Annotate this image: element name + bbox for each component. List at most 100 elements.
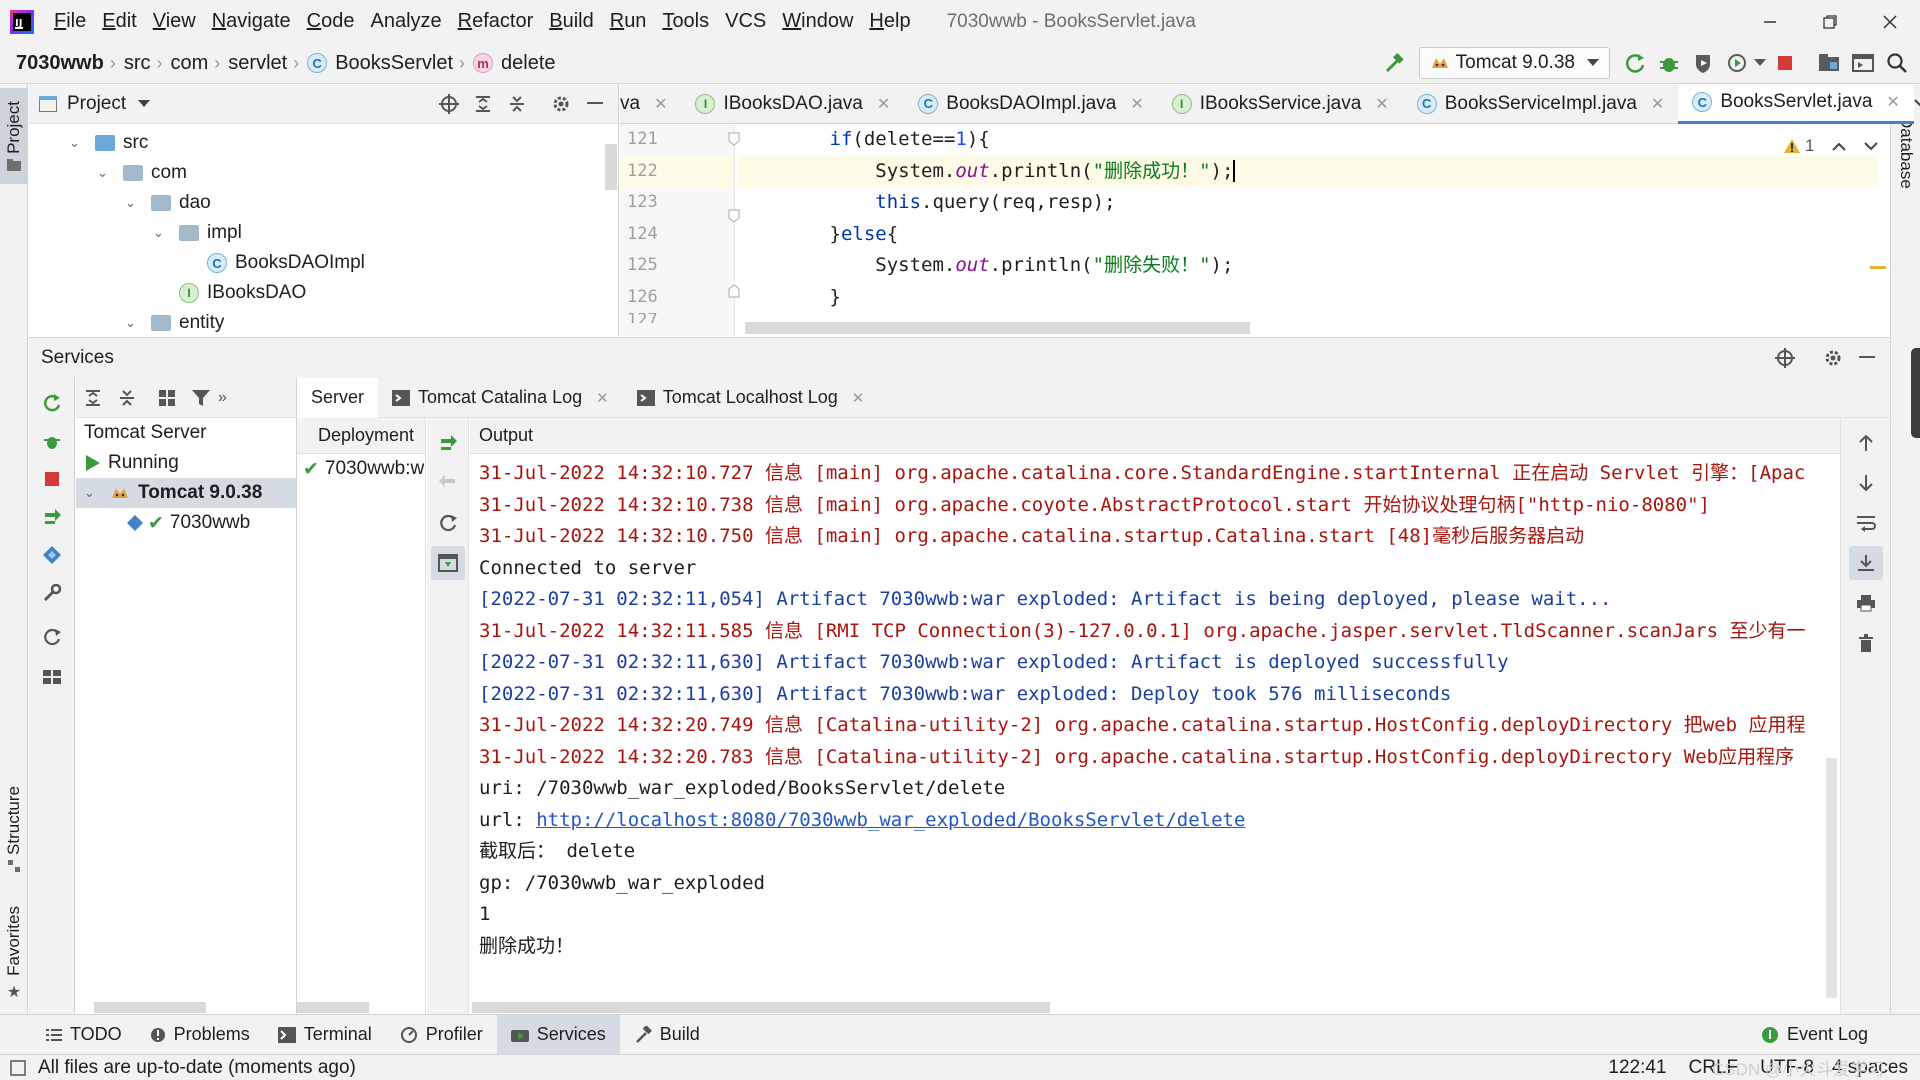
tree-item-entity[interactable]: ⌄ entity [29,308,618,338]
group-by-icon[interactable] [150,381,184,415]
editor-horizontal-scrollbar[interactable] [745,322,1250,334]
next-highlight-icon[interactable] [1864,141,1879,151]
collapse-all-icon[interactable] [500,87,534,121]
structure-tool-button[interactable]: Structure [0,774,28,884]
soft-wrap-icon[interactable] [1849,506,1883,540]
deploy-icon[interactable] [431,426,465,460]
editor-tab-active[interactable]: C BooksServlet.java ✕ [1678,83,1914,124]
profiler-tool-button[interactable]: Profiler [386,1015,497,1055]
collapse-all-icon[interactable] [110,381,144,415]
tree-item-tomcat-selected[interactable]: ⌄ Tomcat 9.0.38 [76,478,296,508]
search-icon[interactable] [1880,46,1914,80]
problems-tool-button[interactable]: Problems [136,1015,264,1055]
artifact-icon[interactable] [35,538,69,572]
tab-server[interactable]: Server [297,377,379,418]
filter-icon[interactable] [184,381,218,415]
project-tool-button[interactable]: Project [0,88,28,184]
menu-item-help[interactable]: Help [869,10,910,33]
right-scroll-indicator[interactable] [1911,348,1920,438]
menu-item-run[interactable]: Run [610,10,647,33]
menu-item-edit[interactable]: Edit [102,10,136,33]
tree-item-ibooksdao[interactable]: I IBooksDAO [29,278,618,308]
breadcrumb-class[interactable]: BooksServlet [335,52,453,75]
tree-item-dao[interactable]: ⌄ dao [29,188,618,218]
close-window-button[interactable] [1860,0,1920,43]
stop-icon[interactable] [1768,46,1802,80]
status-toggle-icon[interactable] [10,1059,26,1076]
up-arrow-icon[interactable] [1849,426,1883,460]
inspection-widget[interactable]: 1 [1783,136,1879,156]
tree-item-src[interactable]: ⌄ src [29,128,618,158]
close-icon[interactable]: ✕ [596,389,609,407]
scroll-to-end-icon[interactable] [1848,546,1883,580]
menu-item-tools[interactable]: Tools [662,10,709,33]
tree-horizontal-scrollbar[interactable] [94,1002,206,1013]
close-icon[interactable]: ✕ [877,94,890,114]
tab-localhost-log[interactable]: Tomcat Localhost Log ✕ [623,378,879,418]
favorites-tool-button[interactable]: Favorites ★ [0,899,28,1009]
refresh-icon[interactable] [35,620,69,654]
close-icon[interactable]: ✕ [1130,94,1143,114]
url-link[interactable]: http://localhost:8080/7030wwb_war_explod… [536,809,1245,831]
previous-highlight-icon[interactable] [1832,142,1847,151]
locate-target-icon[interactable] [432,87,466,121]
profile-icon[interactable] [1720,46,1754,80]
todo-tool-button[interactable]: TODO [0,1015,136,1055]
debug-bug-icon[interactable] [35,424,69,458]
warning-stripe-marker[interactable] [1870,266,1886,269]
more-run-chevron-icon[interactable] [1754,59,1768,67]
menu-item-vcs[interactable]: VCS [725,10,766,33]
minimize-button[interactable] [1740,0,1800,43]
services-tool-button[interactable]: Services [496,1014,620,1055]
deploy-all-icon[interactable] [35,500,69,534]
editor-tab[interactable]: C BooksServiceImpl.java ✕ [1403,84,1679,124]
deployment-scrollbar[interactable] [297,1002,369,1013]
terminal-tool-button[interactable]: Terminal [264,1015,386,1055]
wrench-icon[interactable] [35,576,69,610]
close-icon[interactable]: ✕ [1886,92,1899,112]
build-hammer-icon[interactable] [1377,46,1411,80]
settings-gear-icon[interactable] [1816,341,1850,375]
project-structure-icon[interactable] [1812,46,1846,80]
tree-item-tomcat-server[interactable]: Tomcat Server [76,418,296,448]
debug-bug-icon[interactable] [1652,46,1686,80]
breadcrumb-method[interactable]: delete [501,52,556,75]
deployment-item[interactable]: ✔ 7030wwb:w [297,454,425,484]
menu-item-code[interactable]: Code [307,10,355,33]
down-arrow-icon[interactable] [1849,466,1883,500]
output-horizontal-scrollbar[interactable] [472,1002,1050,1013]
locate-target-icon[interactable] [1768,341,1802,375]
menu-item-window[interactable]: Window [782,10,853,33]
tab-catalina-log[interactable]: Tomcat Catalina Log ✕ [378,378,623,418]
project-pane-title[interactable]: Project [67,93,126,115]
menu-item-navigate[interactable]: Navigate [212,10,291,33]
menu-item-view[interactable]: View [153,10,196,33]
output-console[interactable]: 31-Jul-2022 14:32:10.727 信息 [main] org.a… [470,454,1840,962]
menu-item-analyze[interactable]: Analyze [370,10,441,33]
breadcrumb-com[interactable]: com [171,52,209,75]
run-config-dropdown[interactable]: Tomcat 9.0.38 [1418,47,1610,79]
event-log-tool-button[interactable]: Event Log [1747,1015,1882,1055]
tree-item-artifact[interactable]: ✔ 7030wwb [76,508,296,538]
menu-item-build[interactable]: Build [549,10,593,33]
hide-minus-icon[interactable] [578,87,612,121]
editor-tab[interactable]: I IBooksService.java ✕ [1158,84,1403,124]
refresh-icon[interactable] [431,506,465,540]
project-scrollbar[interactable] [605,144,617,190]
breadcrumb-project[interactable]: 7030wwb [16,52,104,75]
tree-item-booksdaoimpl[interactable]: C BooksDAOImpl [29,248,618,278]
layout-icon[interactable] [35,660,69,694]
expand-all-icon[interactable] [76,381,110,415]
editor-tab[interactable]: va ✕ [620,84,681,124]
output-vertical-scrollbar[interactable] [1826,758,1837,998]
close-icon[interactable]: ✕ [654,94,667,114]
tree-item-impl[interactable]: ⌄ impl [29,218,618,248]
close-icon[interactable]: ✕ [852,389,865,407]
print-icon[interactable] [1849,586,1883,620]
rerun-icon[interactable] [1618,46,1652,80]
chevron-down-icon[interactable] [138,99,151,108]
close-icon[interactable]: ✕ [1651,94,1664,114]
code-area[interactable]: if(delete==1){ System.out.println("删除成功！… [738,124,1878,336]
editor-tab[interactable]: C BooksDAOImpl.java ✕ [904,84,1157,124]
trash-icon[interactable] [1849,626,1883,660]
